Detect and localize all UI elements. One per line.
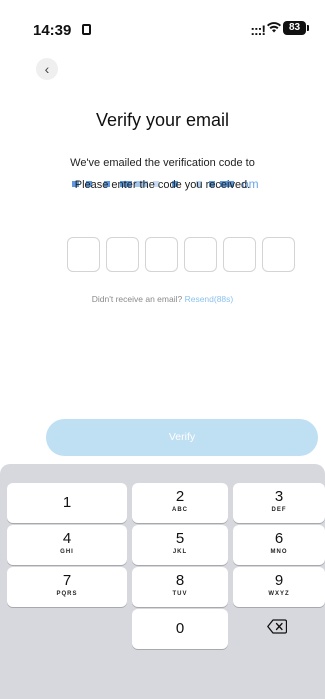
battery-icon: 83 [283,21,309,35]
resend-link[interactable]: Resend(88s) [185,294,234,304]
key-digit: 5 [175,530,185,547]
key-digit: 7 [62,572,72,589]
screen-lock-icon [82,24,91,35]
key-digit: 9 [274,572,284,589]
code-digit-box[interactable] [223,237,256,272]
key-letters: PQRS [56,591,78,597]
verification-code-input[interactable] [67,237,297,272]
backspace-icon [267,619,288,639]
key-digit: 6 [274,530,284,547]
key-0[interactable]: 0 [132,609,228,649]
key-digit: 1 [62,494,72,511]
key-digit: 8 [175,572,185,589]
key-4[interactable]: 4 GHI [7,525,127,565]
key-letters: MNO [270,549,288,555]
code-digit-box[interactable] [106,237,139,272]
key-digit: 2 [175,488,185,505]
key-letters: JKL [172,549,188,555]
key-8[interactable]: 8 TUV [132,567,228,607]
key-5[interactable]: 5 JKL [132,525,228,565]
cellular-signal-icon: :::! [250,22,266,38]
code-digit-box[interactable] [262,237,295,272]
resend-row: Didn't receive an email? Resend(88s) [0,294,325,304]
info-text: We've emailed the verification code to [70,157,255,169]
key-1[interactable]: 1 [7,483,127,523]
resend-prompt: Didn't receive an email? [91,294,183,304]
key-3[interactable]: 3 DEF [233,483,325,523]
status-time: 14:39 [33,22,72,39]
key-letters: WXYZ [268,591,290,597]
key-6[interactable]: 6 MNO [233,525,325,565]
key-digit: 4 [62,530,72,547]
wifi-icon [267,20,281,36]
key-letters: ABC [172,507,188,513]
instruction-text: Please enter the code you received. [74,179,251,191]
verify-button[interactable]: Verify [46,419,318,456]
key-letters: TUV [172,591,188,597]
code-digit-box[interactable] [67,237,100,272]
key-letters: DEF [271,507,287,513]
numeric-keyboard: 1 2 ABC 3 DEF 4 GHI 5 JKL 6 MNO 7 PQRS 8… [0,464,325,699]
chevron-left-icon: ‹ [44,61,50,77]
key-letters: GHI [60,549,74,555]
status-bar: 14:39 :::! 83 [0,0,325,44]
page-title: Verify your email [95,110,230,130]
key-7[interactable]: 7 PQRS [7,567,127,607]
key-digit: 3 [274,488,284,505]
code-digit-box[interactable] [145,237,178,272]
delete-key[interactable] [233,609,321,649]
key-2[interactable]: 2 ABC [132,483,228,523]
back-button[interactable]: ‹ [36,58,58,80]
key-digit: 0 [175,620,185,637]
code-digit-box[interactable] [184,237,217,272]
key-9[interactable]: 9 WXYZ [233,567,325,607]
